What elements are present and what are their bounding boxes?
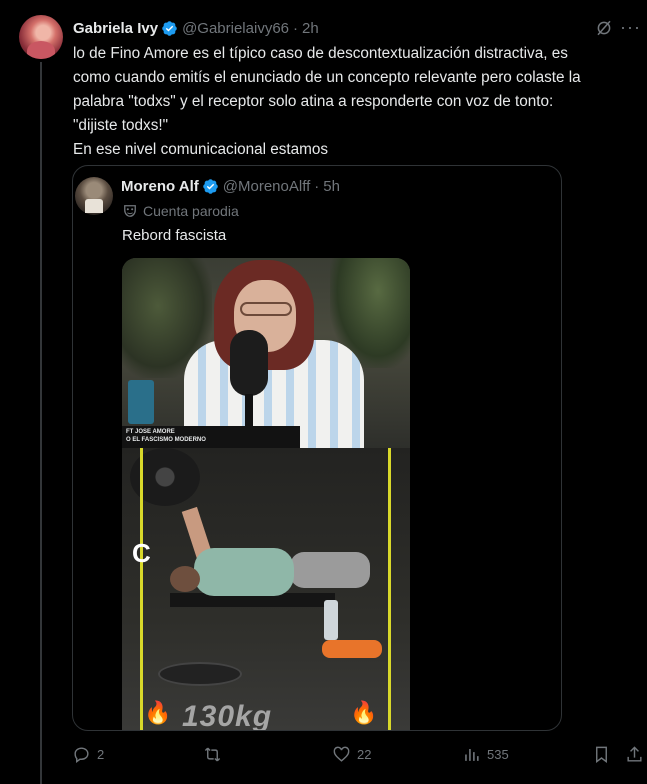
parody-label-text: Cuenta parodia xyxy=(143,203,239,219)
author-handle[interactable]: @Gabrielaivy66 xyxy=(182,20,289,37)
quoted-author-name[interactable]: Moreno Alf xyxy=(121,178,199,195)
reply-count: 2 xyxy=(97,747,105,762)
views-button[interactable]: 535 xyxy=(462,745,509,764)
video-weight-label: 130kg xyxy=(182,700,273,731)
video-player[interactable]: FT JOSE AMORE O EL FASCISMO MODERNO C 🔥 … xyxy=(122,258,410,731)
caption-line-2: O EL FASCISMO MODERNO xyxy=(126,437,206,443)
separator-dot: · xyxy=(314,178,320,195)
separator-dot: · xyxy=(293,19,299,37)
views-count: 535 xyxy=(487,747,509,762)
microphone-icon xyxy=(230,330,268,396)
fire-emoji-icon: 🔥 xyxy=(350,700,378,725)
video-top-frame: FT JOSE AMORE O EL FASCISMO MODERNO xyxy=(122,258,410,450)
caption-line-1: FT JOSE AMORE xyxy=(126,429,175,435)
tweet-header: Gabriela Ivy @Gabrielaivy66 · 2h xyxy=(73,17,637,39)
video-overlay-letter: C xyxy=(132,538,151,568)
parody-mask-icon xyxy=(124,205,136,217)
like-count: 22 xyxy=(357,747,372,762)
video-caption-bar: FT JOSE AMORE O EL FASCISMO MODERNO xyxy=(122,426,300,448)
like-button[interactable]: 22 xyxy=(332,745,371,764)
heart-icon xyxy=(333,746,350,762)
verified-badge-icon xyxy=(203,179,218,194)
quoted-tweet[interactable]: Moreno Alf @MorenoAlff · 5h Cuenta parod… xyxy=(72,165,562,731)
author-avatar[interactable] xyxy=(19,15,63,59)
quoted-tweet-header: Moreno Alf @MorenoAlff · 5h xyxy=(121,178,340,195)
tweet-actions-bar: 2 22 535 xyxy=(72,745,647,769)
bookmark-button[interactable] xyxy=(592,745,611,764)
tweet-text: lo de Fino Amore es el típico caso de de… xyxy=(73,45,581,158)
reply-icon xyxy=(74,747,89,764)
verified-badge-icon xyxy=(162,20,177,36)
views-chart-icon xyxy=(465,748,479,761)
tweet-time[interactable]: 2h xyxy=(302,20,319,37)
more-options-icon[interactable]: ··· xyxy=(620,17,641,38)
share-button[interactable] xyxy=(625,745,644,764)
quoted-author-avatar[interactable] xyxy=(75,177,113,215)
fire-emoji-icon: 🔥 xyxy=(144,700,172,725)
quoted-tweet-time[interactable]: 5h xyxy=(323,178,340,195)
video-bottom-frame: C 🔥 130kg 🔥 xyxy=(122,448,410,731)
parody-label: Cuenta parodia xyxy=(123,203,239,219)
retweet-icon xyxy=(204,747,221,762)
retweet-button[interactable] xyxy=(203,745,228,764)
grok-icon[interactable] xyxy=(595,19,613,37)
quoted-tweet-text: Rebord fascista xyxy=(122,227,227,244)
quoted-author-handle[interactable]: @MorenoAlff xyxy=(223,178,311,195)
bookmark-icon xyxy=(596,746,607,764)
thread-line xyxy=(40,62,42,784)
reply-button[interactable]: 2 xyxy=(72,745,104,764)
share-icon xyxy=(627,746,642,762)
author-name[interactable]: Gabriela Ivy xyxy=(73,20,158,37)
